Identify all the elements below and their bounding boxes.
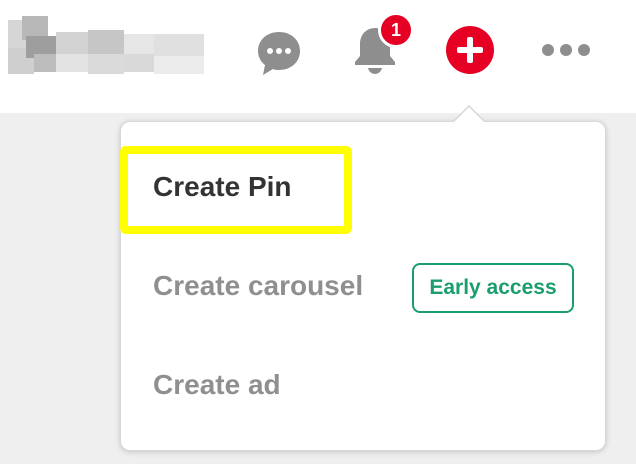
create-ad-option[interactable]: Create ad [153,369,281,401]
create-pin-option[interactable]: Create Pin [153,171,292,203]
ellipsis-icon[interactable] [540,41,592,59]
create-carousel-option[interactable]: Create carousel [153,270,363,302]
plus-circle-icon[interactable] [446,26,494,74]
chat-bubble-icon[interactable] [256,30,302,76]
notification-count-badge: 1 [378,12,414,48]
blurred-user-name [8,14,204,78]
early-access-badge: Early access [412,263,574,313]
top-nav-bar: 1 [0,0,636,113]
